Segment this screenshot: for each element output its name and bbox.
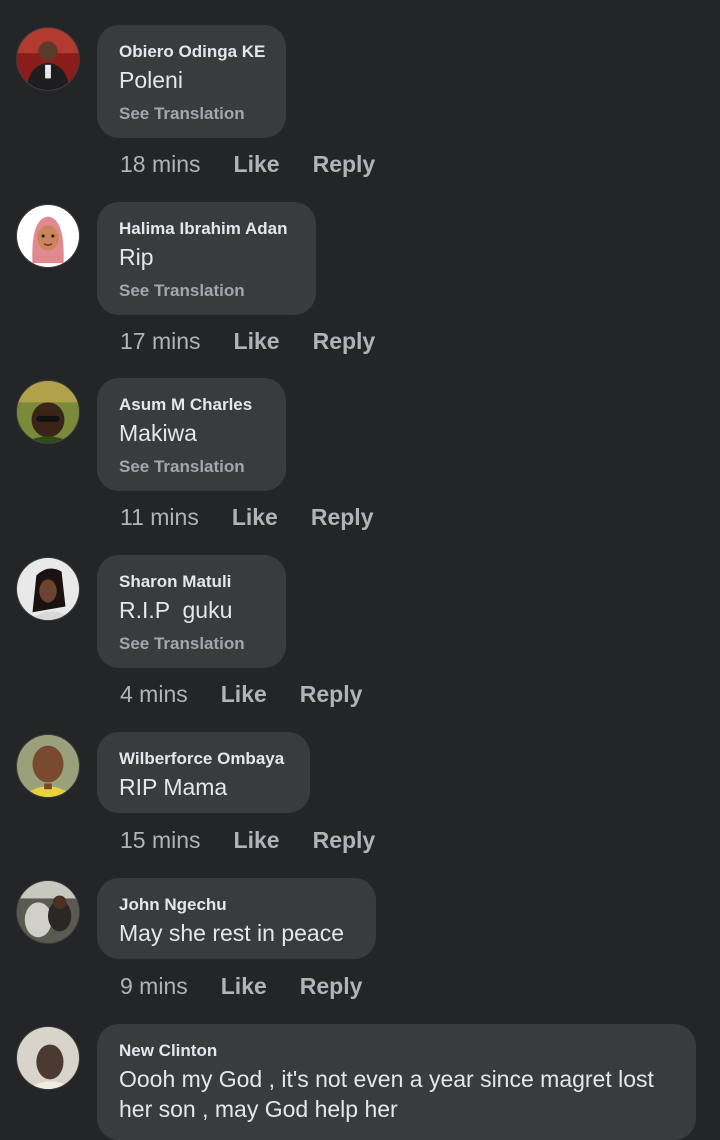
comment-text: RIP Mama <box>119 774 228 800</box>
reply-button[interactable]: Reply <box>311 503 374 531</box>
comment-bubble: New Clinton Oooh my God , it's not even … <box>97 1024 696 1140</box>
avatar[interactable] <box>16 380 80 444</box>
avatar-illustration-icon <box>17 205 79 267</box>
comment-timestamp[interactable]: 4 mins <box>120 680 188 708</box>
avatar-photo-icon <box>17 1027 79 1089</box>
comment-timestamp[interactable]: 11 mins <box>120 503 199 531</box>
avatar[interactable] <box>16 734 80 798</box>
comment-timestamp[interactable]: 15 mins <box>120 826 201 854</box>
comment-timestamp[interactable]: 18 mins <box>120 150 201 178</box>
reply-button[interactable]: Reply <box>313 826 376 854</box>
reply-button[interactable]: Reply <box>313 150 376 178</box>
avatar[interactable] <box>16 27 80 91</box>
comment-text: Makiwa <box>119 420 197 446</box>
comment-actions: 17 mins Like Reply <box>120 327 375 355</box>
like-button[interactable]: Like <box>234 150 280 178</box>
see-translation-link[interactable]: See Translation <box>119 633 264 655</box>
see-translation-link[interactable]: See Translation <box>119 456 264 478</box>
like-button[interactable]: Like <box>234 826 280 854</box>
comment-bubble: Sharon Matuli R.I.P guku See Translation <box>97 555 286 668</box>
reply-button[interactable]: Reply <box>300 680 363 708</box>
comment-bubble: Halima Ibrahim Adan Rip See Translation <box>97 202 316 315</box>
avatar-photo-icon <box>17 28 79 90</box>
avatar-photo-icon <box>17 381 79 443</box>
see-translation-link[interactable]: See Translation <box>119 103 264 125</box>
comment-author[interactable]: Halima Ibrahim Adan <box>119 218 294 240</box>
comment-timestamp[interactable]: 9 mins <box>120 972 188 1000</box>
avatar[interactable] <box>16 1026 80 1090</box>
like-button[interactable]: Like <box>234 327 280 355</box>
comment-actions: 11 mins Like Reply <box>120 503 374 531</box>
comment-author[interactable]: Wilberforce Ombaya <box>119 748 288 770</box>
like-button[interactable]: Like <box>221 680 267 708</box>
like-button[interactable]: Like <box>221 972 267 1000</box>
avatar[interactable] <box>16 204 80 268</box>
comment-timestamp[interactable]: 17 mins <box>120 327 201 355</box>
see-translation-link[interactable]: See Translation <box>119 280 294 302</box>
avatar-photo-icon <box>17 735 79 797</box>
comment-author[interactable]: Asum M Charles <box>119 394 264 416</box>
avatar-photo-icon <box>17 881 79 943</box>
comment-actions: 9 mins Like Reply <box>120 972 362 1000</box>
comment-text: R.I.P guku <box>119 597 233 623</box>
comment-text: May she rest in peace <box>119 920 345 946</box>
comment-actions: 4 mins Like Reply <box>120 680 362 708</box>
comment-bubble: Obiero Odinga KE Poleni See Translation <box>97 25 286 138</box>
comment-author[interactable]: New Clinton <box>119 1040 674 1062</box>
comment-actions: 18 mins Like Reply <box>120 150 375 178</box>
comment-actions: 15 mins Like Reply <box>120 826 375 854</box>
reply-button[interactable]: Reply <box>313 327 376 355</box>
comment-text: Oooh my God , it's not even a year since… <box>119 1066 661 1122</box>
comment-text: Rip <box>119 244 154 270</box>
reply-button[interactable]: Reply <box>300 972 363 1000</box>
comment-text: Poleni <box>119 67 183 93</box>
comment-bubble: Wilberforce Ombaya RIP Mama <box>97 732 310 813</box>
comment-author[interactable]: Obiero Odinga KE <box>119 41 265 63</box>
comment-bubble: Asum M Charles Makiwa See Translation <box>97 378 286 491</box>
comment-author[interactable]: John Ngechu <box>119 894 354 916</box>
comment-bubble: John Ngechu May she rest in peace <box>97 878 376 959</box>
avatar[interactable] <box>16 880 80 944</box>
comment-author[interactable]: Sharon Matuli <box>119 571 264 593</box>
avatar-photo-icon <box>17 558 79 620</box>
like-button[interactable]: Like <box>232 503 278 531</box>
avatar[interactable] <box>16 557 80 621</box>
